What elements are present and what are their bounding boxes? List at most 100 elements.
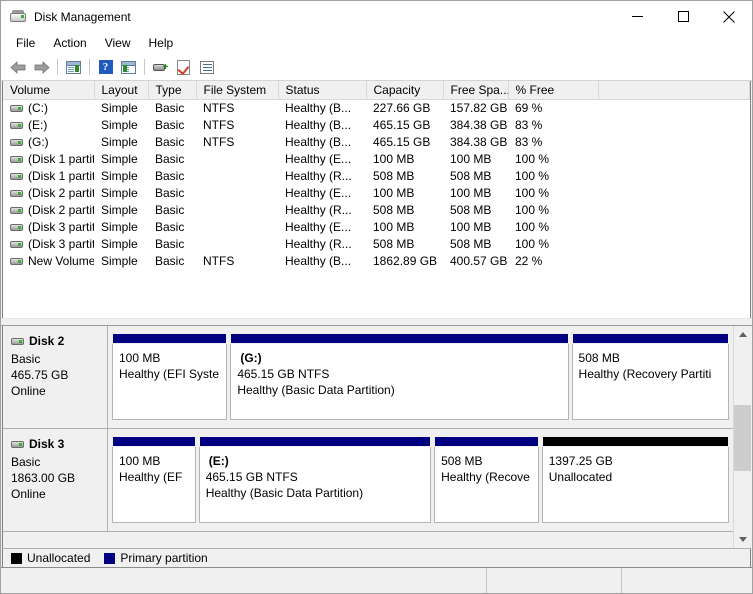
table-row[interactable]: (Disk 1 partition 4) Simple Basic Health… [3,168,750,185]
disk-icon [10,173,23,180]
volume-list-pane[interactable]: Volume Layout Type File System Status Ca… [2,81,751,318]
menu-help[interactable]: Help [140,34,183,52]
column-header-freespace[interactable]: Free Spa... [443,81,509,100]
status-bar [1,567,752,593]
cell-layout: Simple [101,135,138,149]
disk-icon [11,337,24,345]
properties-icon[interactable] [172,56,195,78]
cell-percentfree: 100 % [515,186,550,200]
partition-block[interactable]: 508 MB Healthy (Recovery Partiti [571,333,730,420]
cell-filesystem [196,185,278,202]
table-row[interactable]: (E:) Simple Basic NTFS Healthy (B... 465… [3,117,750,134]
cell-filesystem: NTFS [203,101,235,115]
disk-name: Disk 3 [29,437,65,451]
column-header-blank[interactable] [598,81,750,100]
cell-percentfree: 83 % [515,135,543,149]
scroll-up-button[interactable] [734,326,751,343]
disk-size: 465.75 GB [11,368,69,382]
table-row[interactable]: (C:) Simple Basic NTFS Healthy (B... 227… [3,100,750,118]
show-hide-tree-icon[interactable] [62,56,85,78]
forward-arrow-icon[interactable] [30,56,53,78]
scrollbar-thumb[interactable] [734,405,751,471]
menu-action[interactable]: Action [44,34,95,52]
column-header-volume[interactable]: Volume [3,81,95,100]
partition-details: 508 MB Healthy (Recove [434,447,539,523]
menu-file[interactable]: File [7,34,44,52]
cell-volume: (E:) [3,117,94,134]
disk-management-icon [10,9,26,25]
partition-block[interactable]: (E:) 465.15 GB NTFS Healthy (Basic Data … [198,436,432,523]
cell-filesystem [196,151,278,168]
cell-percentfree: 83 % [515,118,543,132]
cell-capacity: 465.15 GB [373,135,431,149]
table-row[interactable]: (Disk 2 partition 4) Simple Basic Health… [3,202,750,219]
cell-filesystem: NTFS [203,118,235,132]
legend-item-unallocated: Unallocated [11,551,90,565]
maximize-button[interactable] [660,1,706,32]
cell-freespace: 100 MB [450,186,492,200]
partition-color-bar [112,333,228,344]
window-controls [614,1,752,32]
scrollbar-track[interactable] [734,343,751,531]
column-header-layout[interactable]: Layout [94,81,149,100]
cell-filesystem: NTFS [203,254,235,268]
title-bar: Disk Management [1,1,752,32]
table-row[interactable]: (G:) Simple Basic NTFS Healthy (B... 465… [3,134,750,151]
table-row[interactable]: (Disk 2 partition 1) Simple Basic Health… [3,185,750,202]
disk-management-window: Disk Management File Action View Help ? … [0,0,753,594]
cell-type: Basic [155,203,185,217]
cell-blank [598,151,750,168]
cell-status: Healthy (B... [285,101,352,115]
table-row[interactable]: (Disk 3 partition 4) Simple Basic Health… [3,236,750,253]
disk-row[interactable]: Disk 2 Basic 465.75 GB Online 100 MB Hea… [3,326,733,429]
table-row[interactable]: (Disk 1 partition 1) Simple Basic Health… [3,151,750,168]
cell-capacity: 508 MB [373,169,415,183]
partition-block[interactable]: 100 MB Healthy (EFI Syste [112,333,228,420]
cell-volume: (Disk 2 partition 1) [3,185,94,202]
partition-block[interactable]: 508 MB Healthy (Recove [434,436,539,523]
scroll-down-button[interactable] [734,531,751,548]
partition-size: 100 MB [119,454,161,468]
cell-freespace: 508 MB [450,169,492,183]
cell-layout: Simple [101,220,138,234]
column-header-capacity[interactable]: Capacity [366,81,444,100]
disk-icon [11,440,24,448]
partition-size: 508 MB [441,454,483,468]
column-header-percentfree[interactable]: % Free [508,81,599,100]
partition-color-bar [541,436,729,447]
partition-status: Healthy (Recovery Partiti [578,367,712,381]
cell-volume: (Disk 3 partition 1) [3,219,94,236]
cell-status: Healthy (E... [285,152,352,166]
table-row[interactable]: (Disk 3 partition 1) Simple Basic Health… [3,219,750,236]
cell-blank [598,236,750,253]
disk-title: Disk 2 [11,334,107,348]
close-button[interactable] [706,1,752,32]
graphical-view-scroll-area: Disk 2 Basic 465.75 GB Online 100 MB Hea… [3,326,733,548]
column-header-type[interactable]: Type [148,81,197,100]
cell-type: Basic [155,237,185,251]
show-action-pane-icon[interactable] [117,56,140,78]
cell-percentfree: 100 % [515,237,550,251]
cell-capacity: 227.66 GB [373,101,431,115]
partition-block[interactable]: 100 MB Healthy (EF [112,436,196,523]
toolbar-separator [89,59,90,75]
column-header-status[interactable]: Status [278,81,367,100]
menu-view[interactable]: View [96,34,140,52]
cell-layout: Simple [101,169,138,183]
cell-type: Basic [155,152,185,166]
disk-info-panel[interactable]: Disk 3 Basic 1863.00 GB Online [3,429,108,531]
partition-block[interactable]: (G:) 465.15 GB NTFS Healthy (Basic Data … [230,333,569,420]
disk-info-panel[interactable]: Disk 2 Basic 465.75 GB Online [3,326,108,428]
pane-splitter[interactable] [1,318,752,326]
help-icon[interactable]: ? [94,56,117,78]
vertical-scrollbar[interactable] [733,326,751,548]
partition-block-unallocated[interactable]: 1397.25 GB Unallocated [541,436,729,523]
back-arrow-icon[interactable] [7,56,30,78]
table-row[interactable]: New Volume (D:) Simple Basic NTFS Health… [3,253,750,270]
list-view-icon[interactable] [195,56,218,78]
minimize-button[interactable] [614,1,660,32]
rescan-disks-icon[interactable]: + [149,56,172,78]
disk-row[interactable]: Disk 3 Basic 1863.00 GB Online 100 MB He… [3,429,733,532]
column-header-filesystem[interactable]: File System [196,81,279,100]
partition-size: 1397.25 GB [548,454,613,468]
